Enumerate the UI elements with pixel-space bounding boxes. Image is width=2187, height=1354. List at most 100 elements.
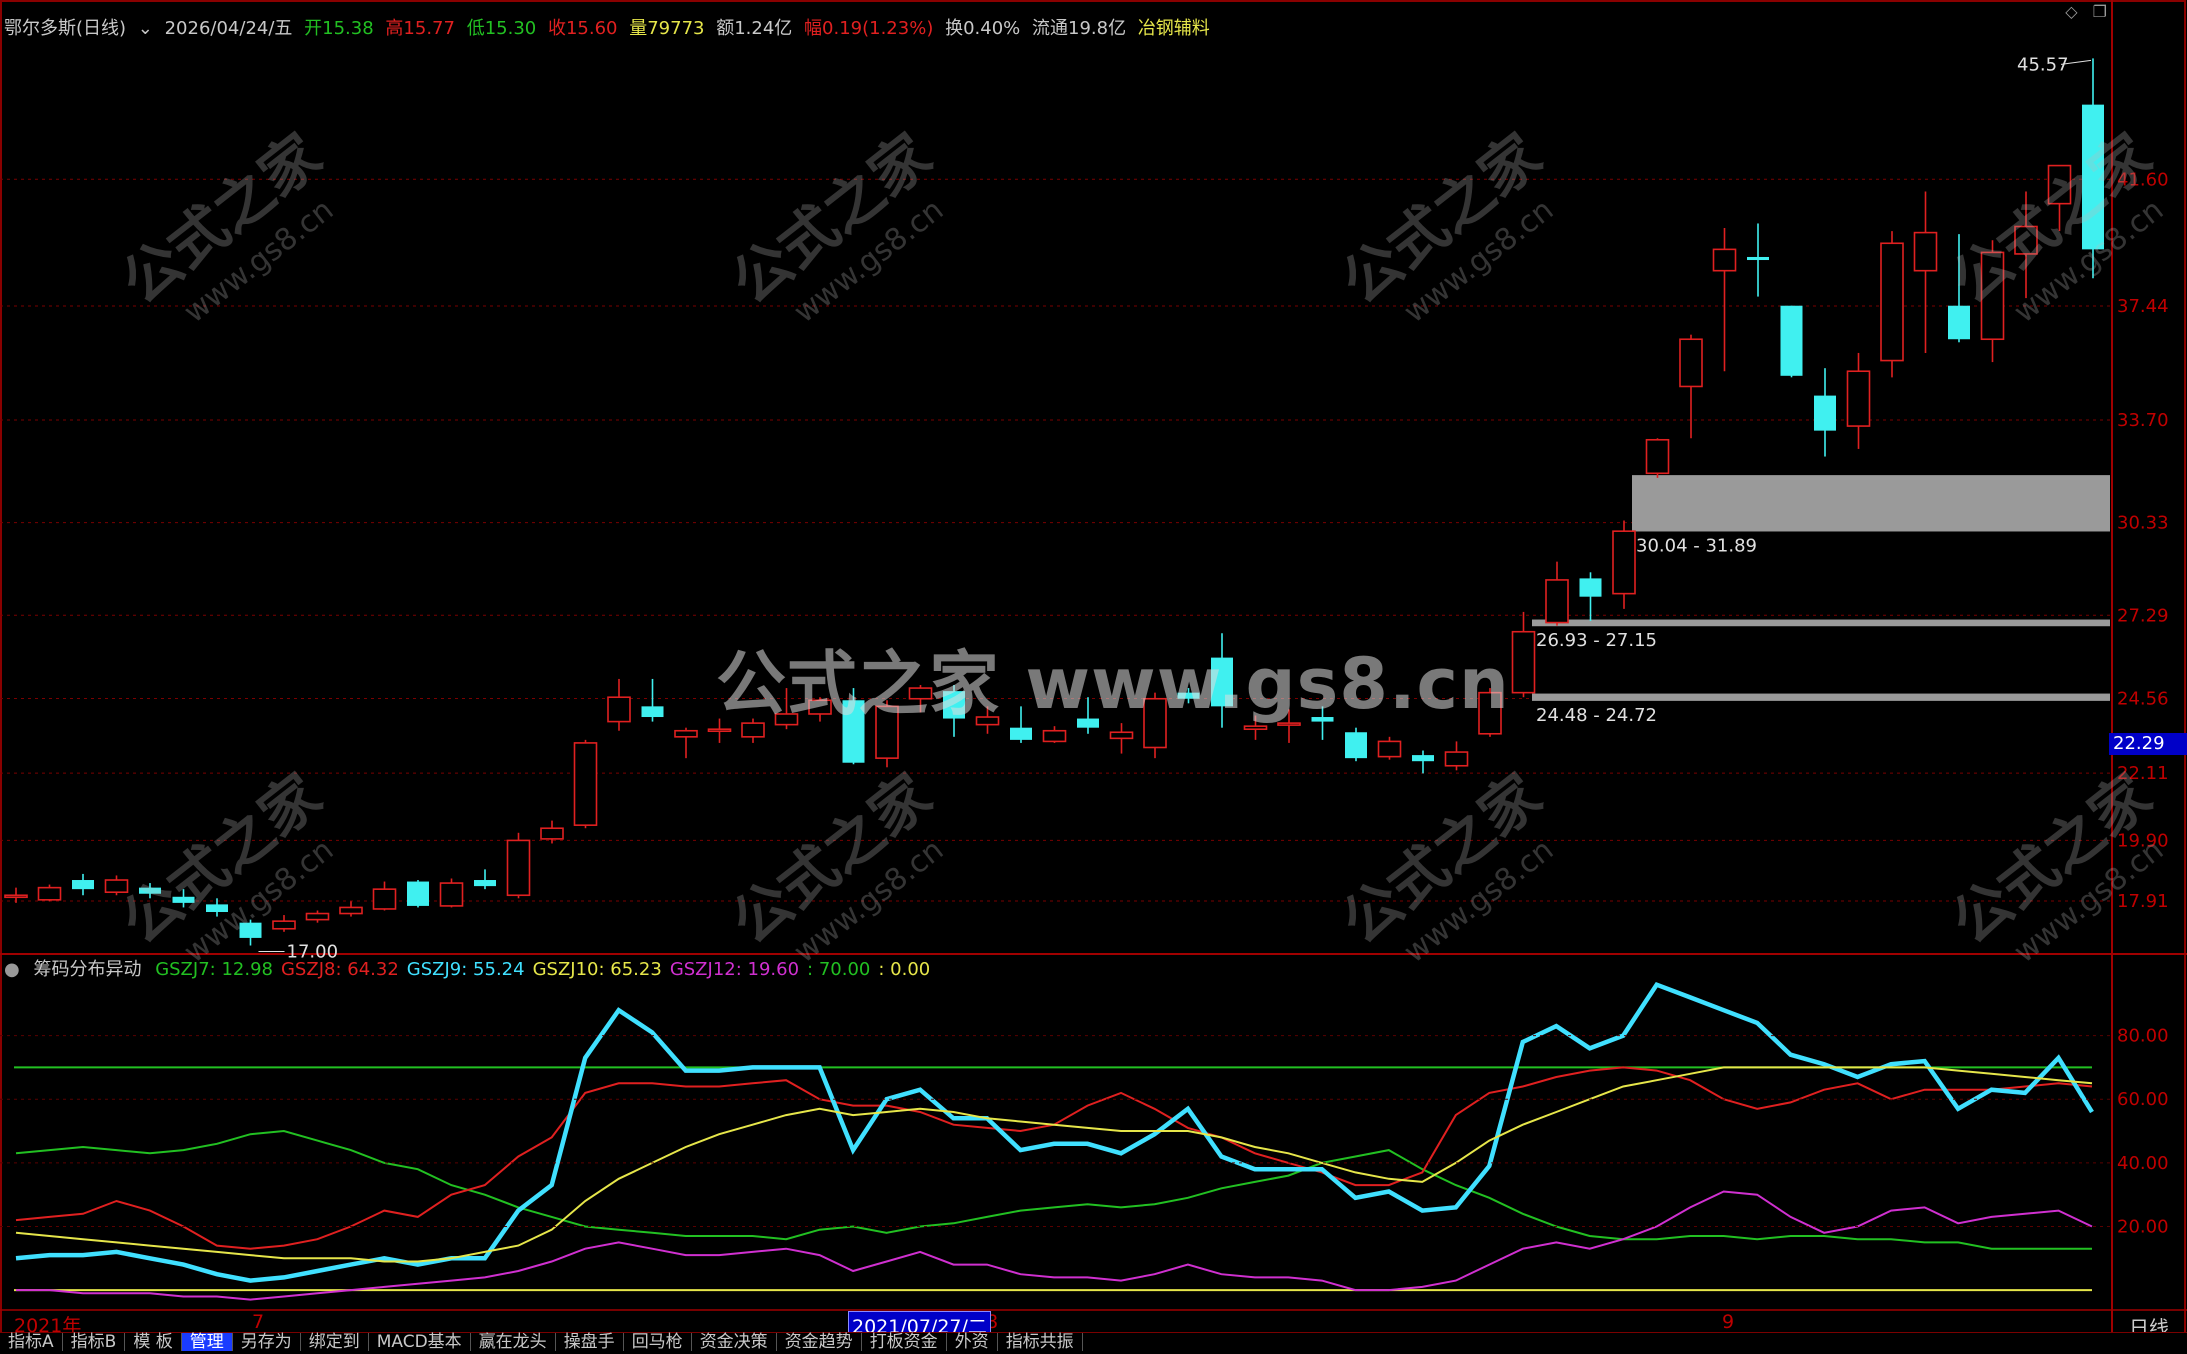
candle-body bbox=[4, 894, 28, 899]
indicator-lines bbox=[14, 981, 2094, 1301]
tab-item[interactable]: 管理 bbox=[181, 1333, 233, 1351]
high-value: 15.77 bbox=[403, 18, 455, 39]
diamond-icon[interactable]: ◇ bbox=[2065, 2, 2077, 21]
candle-body bbox=[1042, 729, 1067, 743]
tab-item[interactable]: 绑定到 bbox=[301, 1333, 369, 1351]
price-tick-label: 33.70 bbox=[2117, 410, 2169, 431]
chip-zones: 30.04 - 31.89 26.93 - 27.15 24.48 - 24.72 bbox=[1532, 475, 2110, 726]
low-value: 15.30 bbox=[484, 18, 537, 39]
x-label-sep: 9 bbox=[1722, 1311, 1735, 1333]
change-value: 0.19(1.23%) bbox=[822, 18, 934, 39]
price-tick-label: 24.56 bbox=[2117, 688, 2169, 709]
price-tick-label: 27.29 bbox=[2117, 605, 2169, 626]
tab-item[interactable]: 回马枪 bbox=[624, 1333, 692, 1351]
close-label: 收 bbox=[547, 18, 566, 39]
indicator-values: GSZJ7: 12.98 GSZJ8: 64.32 GSZJ9: 55.24 GSZJ… bbox=[155, 959, 938, 980]
candle-body bbox=[641, 706, 664, 718]
tab-item[interactable]: 模 板 bbox=[125, 1333, 182, 1351]
candle-body bbox=[1444, 751, 1469, 767]
watermark-tile: 公式之家www.gs8.cn bbox=[109, 121, 340, 330]
collapse-icon[interactable]: ● bbox=[4, 959, 20, 980]
candle-body bbox=[1948, 305, 1970, 340]
high-group: 高15.77 bbox=[385, 18, 455, 39]
indicator-tabs: 指标A 指标B 模 板管理 另存为 绑定到 MACD基本 嬴在龙头 操盘手 回马枪 资金决策 资金趋… bbox=[0, 1332, 2187, 1351]
sector-tag[interactable]: 冶钢辅料 bbox=[1138, 18, 1210, 39]
candle-body bbox=[1712, 248, 1737, 272]
watermark-tiles: 公式之家www.gs8.cn 公式之家www.gs8.cn 公式之家www.gs8.… bbox=[109, 121, 2170, 970]
window-controls: ◇ ❐ bbox=[2065, 2, 2107, 21]
chip-zone-label: 24.48 - 24.72 bbox=[1536, 705, 1657, 726]
candle-body bbox=[305, 912, 330, 921]
candle-body bbox=[1645, 438, 1670, 475]
indicator-series-gszj7 bbox=[15, 1129, 2092, 1250]
candle-body bbox=[674, 729, 698, 738]
price-tick-label: 30.33 bbox=[2117, 513, 2169, 534]
restore-icon[interactable]: ❐ bbox=[2093, 2, 2107, 21]
volume-group: 量79773 bbox=[629, 18, 704, 39]
chevron-down-icon[interactable]: ⌄ bbox=[138, 18, 153, 39]
candle-body bbox=[1814, 395, 1836, 431]
candle-body bbox=[1345, 732, 1367, 759]
indicator-tick-label: 60.00 bbox=[2117, 1089, 2169, 1110]
candle-body bbox=[1846, 370, 1871, 427]
quote-date: 2026/04/24/五 bbox=[164, 18, 293, 39]
open-value: 15.38 bbox=[322, 18, 374, 39]
indicator-value-item: : 0.00 bbox=[878, 959, 931, 980]
candle-body bbox=[72, 880, 94, 890]
candle-body bbox=[474, 880, 496, 887]
high-price-marker: 45.57 bbox=[2017, 54, 2069, 75]
tab-item[interactable]: 资金决策 bbox=[692, 1333, 777, 1351]
candle-body bbox=[1913, 231, 1938, 272]
candle-body bbox=[1545, 579, 1569, 624]
indicator-value-item: GSZJ12: 19.60 bbox=[669, 959, 800, 980]
turnover-label: 换 bbox=[945, 18, 964, 39]
high-label: 高 bbox=[385, 18, 404, 39]
close-group: 收15.60 bbox=[548, 18, 618, 39]
price-gridlines bbox=[0, 178, 2112, 902]
candle-body bbox=[1377, 740, 1402, 758]
tab-item[interactable]: 资金趋势 bbox=[777, 1333, 862, 1351]
indicator-name[interactable]: 筹码分布异动 bbox=[33, 959, 141, 980]
tab-item[interactable]: 嬴在龙头 bbox=[471, 1333, 556, 1351]
chip-zone-band bbox=[1532, 619, 2110, 627]
candle-body bbox=[407, 881, 429, 906]
candle-body bbox=[1010, 727, 1032, 740]
candle-body bbox=[104, 879, 129, 894]
indicator-value-item: : 70.00 bbox=[807, 959, 871, 980]
amount-group: 额1.24亿 bbox=[716, 18, 792, 39]
stock-name[interactable]: 鄂尔多斯(日线) bbox=[4, 18, 126, 39]
candle-body bbox=[1780, 305, 1803, 376]
candle-body bbox=[1412, 755, 1434, 762]
center-watermark: 公式之家 www.gs8.cn bbox=[716, 643, 1510, 725]
indicator-tick-label: 40.00 bbox=[2117, 1153, 2169, 1174]
chip-zone-label: 30.04 - 31.89 bbox=[1636, 535, 1757, 556]
tab-item[interactable]: 另存为 bbox=[233, 1333, 301, 1351]
chip-zone-label: 26.93 - 27.15 bbox=[1536, 630, 1657, 651]
candle-body bbox=[1511, 630, 1536, 694]
candle-body bbox=[1612, 530, 1636, 595]
close-value: 15.60 bbox=[565, 18, 618, 39]
float-group: 流通19.8亿 bbox=[1032, 18, 1126, 39]
watermark-tile: 公式之家www.gs8.cn bbox=[1329, 121, 1560, 330]
candle-body bbox=[707, 728, 732, 733]
tab-item[interactable]: 指标B bbox=[63, 1333, 126, 1351]
tab-item[interactable]: 指标共振 bbox=[998, 1333, 1083, 1351]
candle-body bbox=[1747, 256, 1769, 261]
tab-item[interactable]: MACD基本 bbox=[369, 1333, 471, 1351]
tab-item[interactable]: 打板资金 bbox=[862, 1333, 947, 1351]
current-price-box: 22.29 bbox=[2109, 733, 2187, 755]
tab-item[interactable]: 外资 bbox=[947, 1333, 998, 1351]
float-value: 19.8亿 bbox=[1068, 18, 1127, 39]
candle-body bbox=[540, 827, 564, 840]
candle-body bbox=[372, 888, 397, 910]
tab-item[interactable]: 指标A bbox=[0, 1333, 63, 1351]
turnover-value: 0.40% bbox=[963, 18, 1021, 39]
tab-item[interactable]: 操盘手 bbox=[556, 1333, 624, 1351]
price-tick-label: 37.44 bbox=[2117, 296, 2169, 317]
open-label: 开 bbox=[304, 18, 323, 39]
candle-body bbox=[573, 742, 598, 826]
chip-zone-band bbox=[1532, 693, 2110, 701]
candle-body bbox=[339, 906, 363, 915]
indicator-series-gszj10 bbox=[15, 1066, 2093, 1263]
quote-header: 鄂尔多斯(日线) ⌄ 2026/04/24/五 开15.38 高15.77 低1… bbox=[4, 14, 1216, 40]
